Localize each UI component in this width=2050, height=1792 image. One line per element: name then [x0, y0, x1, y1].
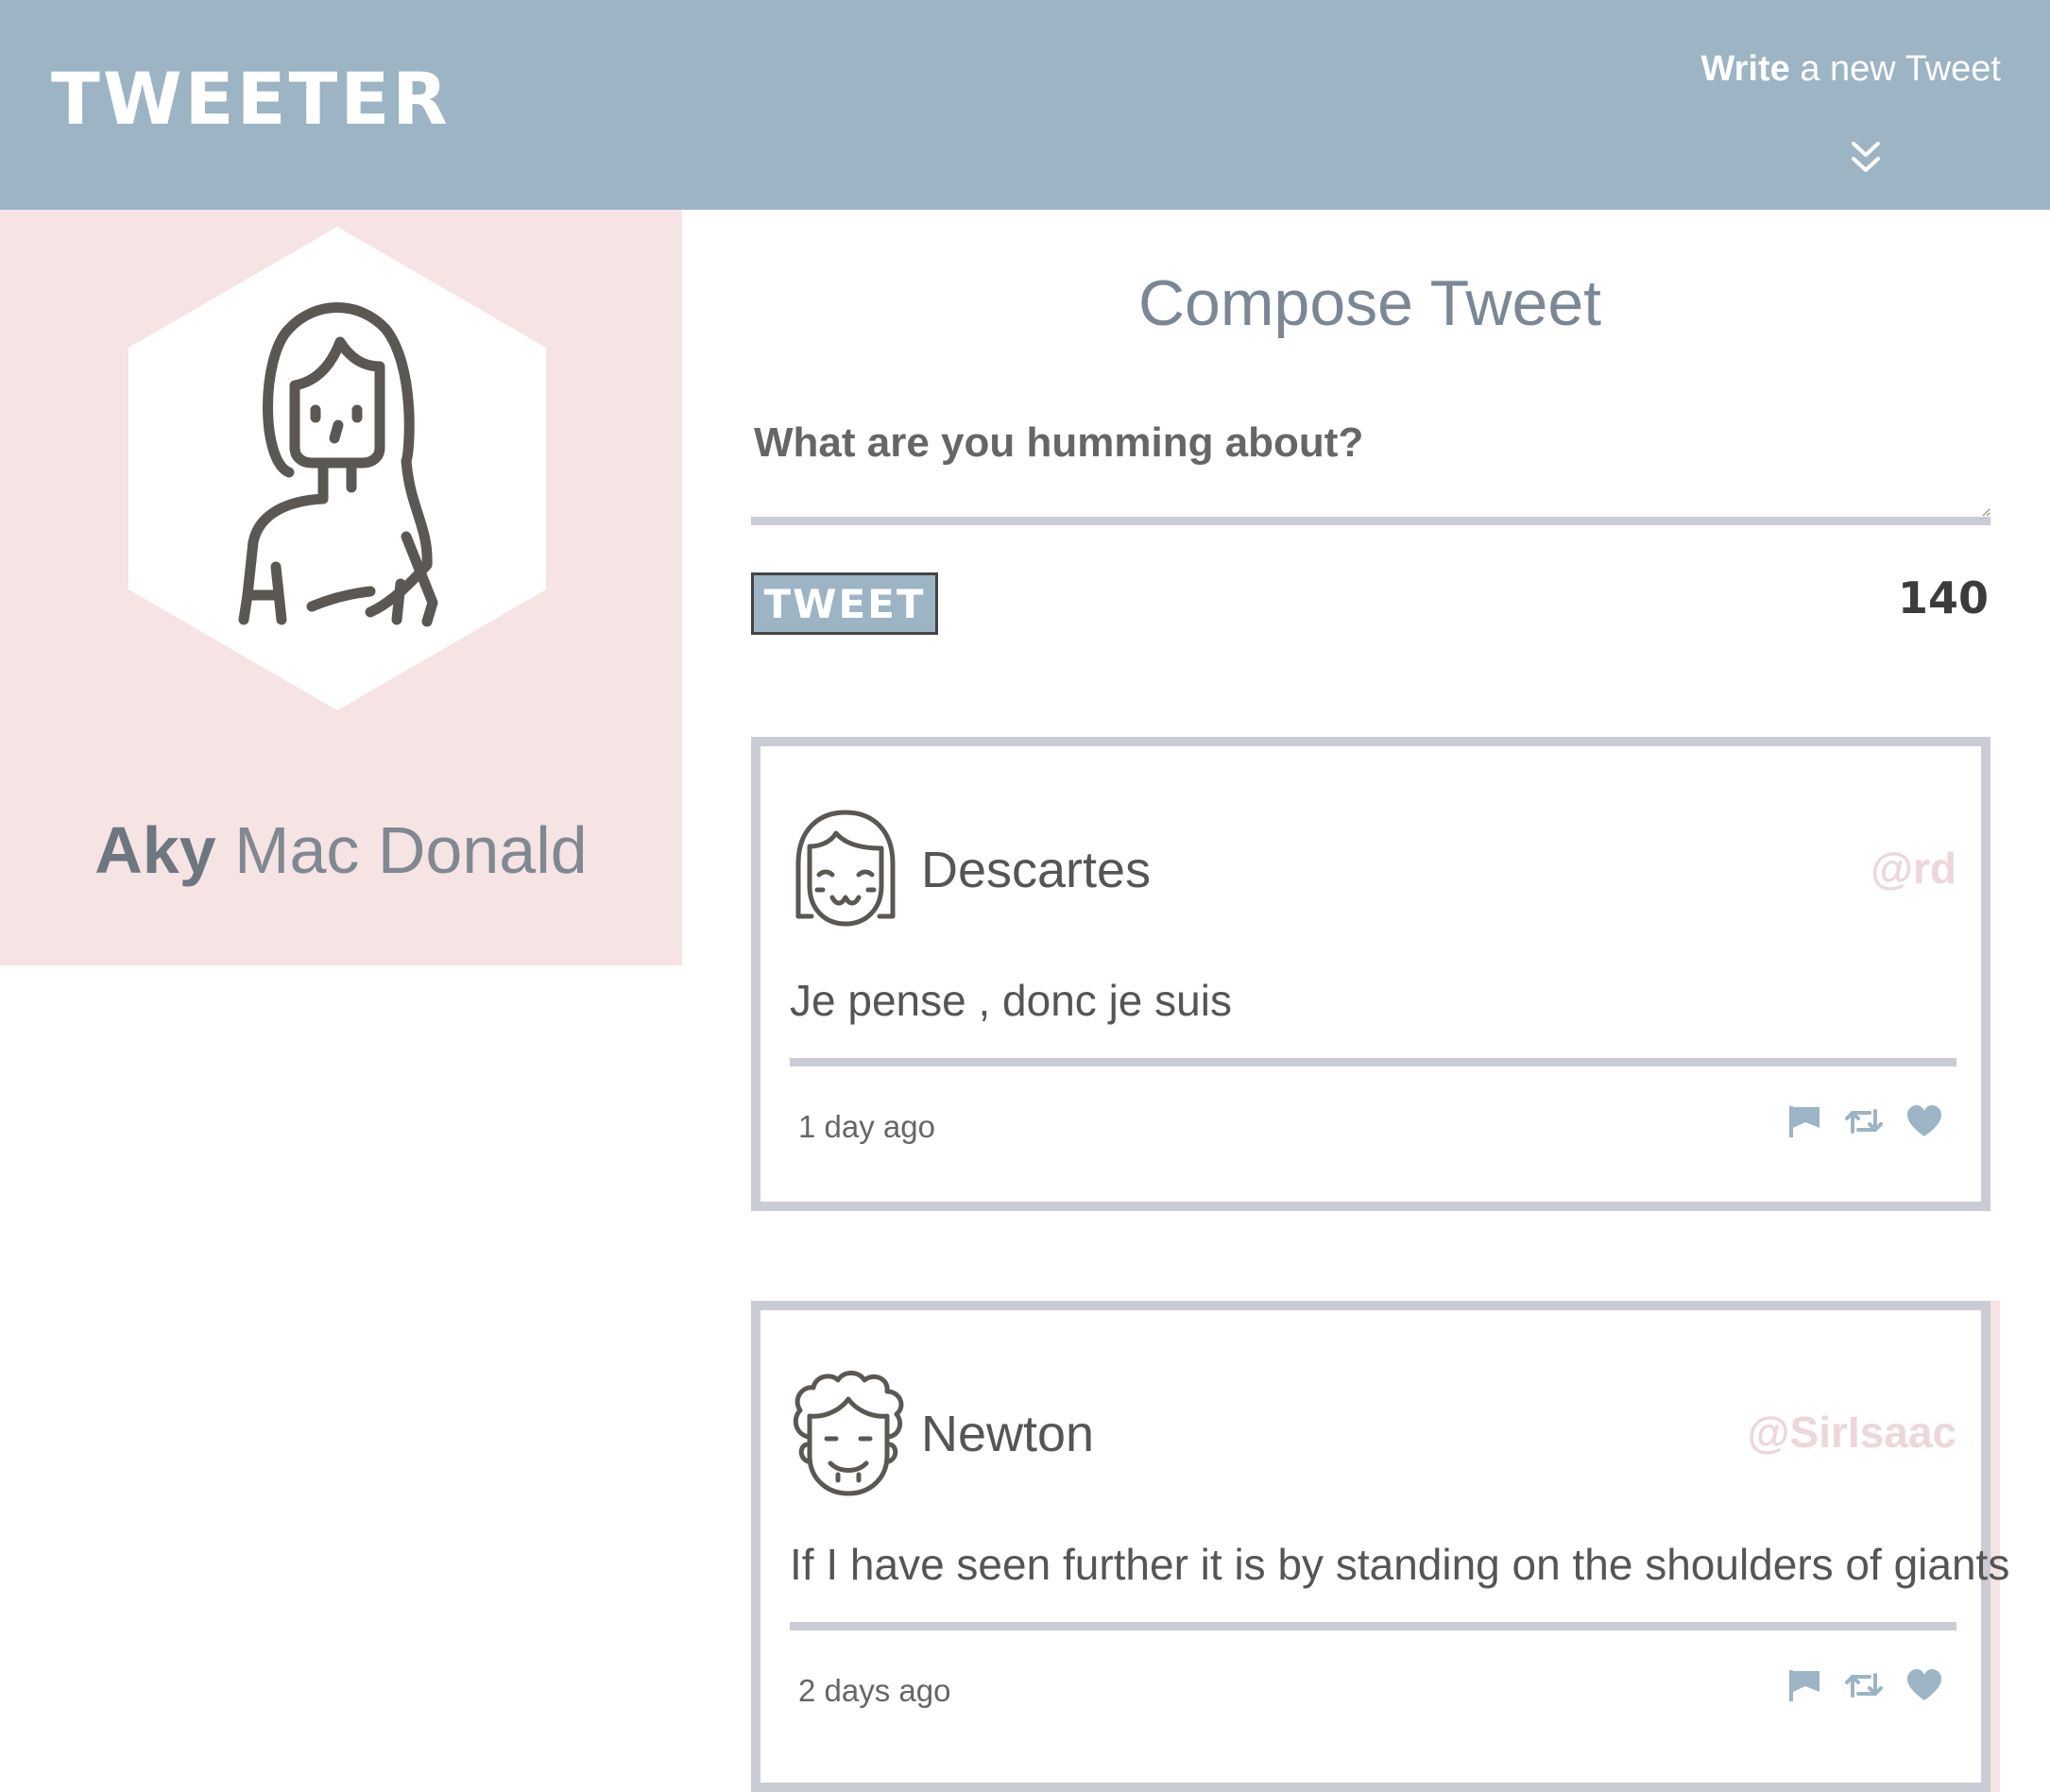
tweet-actions	[1786, 1103, 1943, 1144]
tweet-avatar	[793, 1371, 904, 1496]
tweet-submit-button[interactable]: TWEET	[751, 572, 938, 635]
retweet-icon[interactable]	[1845, 1667, 1883, 1708]
tweet-timestamp: 2 days ago	[798, 1673, 951, 1708]
tweet-divider	[790, 1058, 1956, 1067]
tweet-author-name: Newton	[921, 1406, 1095, 1462]
profile-first-name: Aky	[94, 813, 216, 887]
tweet-card: Newton @SirIsaac If I have seen further …	[751, 1301, 2009, 1792]
flag-icon[interactable]	[1786, 1667, 1822, 1708]
write-link-rest: a new Tweet	[1789, 49, 2001, 89]
write-link-bold: Write	[1700, 49, 1790, 89]
profile-avatar	[128, 227, 546, 710]
profile-user-name: Aky Mac Donald	[0, 812, 682, 888]
app-logo[interactable]: TWEETER	[51, 57, 451, 141]
write-new-tweet-link[interactable]: Write a new Tweet	[1700, 49, 2001, 90]
tweet-author-name: Descartes	[921, 842, 1152, 898]
profile-panel: Aky Mac Donald	[0, 210, 682, 965]
tweet-timestamp: 1 day ago	[798, 1109, 935, 1144]
retweet-icon[interactable]	[1845, 1103, 1883, 1144]
tweet-divider	[790, 1622, 1956, 1630]
tweet-author-handle[interactable]: @rd	[1871, 843, 1956, 894]
tweet-actions	[1786, 1667, 1943, 1708]
double-chevron-down-icon[interactable]	[1850, 140, 1882, 178]
flag-icon[interactable]	[1786, 1103, 1822, 1144]
tweet-author-handle[interactable]: @SirIsaac	[1748, 1407, 1956, 1458]
tweet-avatar	[795, 810, 896, 927]
heart-icon[interactable]	[1905, 1103, 1943, 1144]
heart-icon[interactable]	[1905, 1667, 1943, 1708]
tweet-card: Descartes @rd Je pense , donc je suis 1 …	[751, 737, 1990, 1211]
profile-last-name: Mac Donald	[215, 813, 588, 887]
compose-tweet-textarea[interactable]	[751, 408, 1990, 525]
tweet-text: If I have seen further it is by standing…	[790, 1540, 2010, 1589]
top-nav-bar: TWEETER Write a new Tweet	[0, 0, 2050, 210]
compose-title: Compose Tweet	[1137, 267, 1602, 339]
tweet-text: Je pense , donc je suis	[790, 976, 1232, 1025]
character-counter: 140	[1897, 572, 1989, 623]
